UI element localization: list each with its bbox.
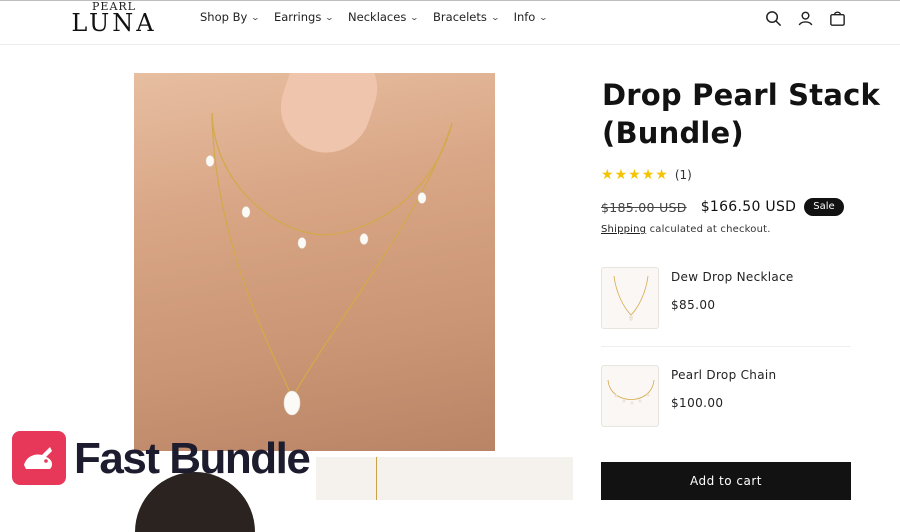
bundle-item[interactable]: Pearl Drop Chain $100.00	[601, 365, 851, 427]
chevron-down-icon: ⌄	[250, 12, 261, 22]
sale-price: $166.50 USD	[700, 199, 797, 215]
star-icon: ★	[614, 167, 628, 183]
nav-bracelets[interactable]: Bracelets ⌄	[433, 10, 500, 24]
nav-label: Info	[513, 10, 536, 24]
nav-necklaces[interactable]: Necklaces ⌄	[348, 10, 420, 24]
product-thumbnail-image[interactable]	[316, 457, 573, 500]
star-icon: ★	[628, 167, 641, 183]
chain-line	[376, 457, 377, 500]
nav-info[interactable]: Info ⌄	[513, 10, 549, 24]
add-to-cart-button[interactable]: Add to cart	[601, 462, 851, 500]
bundle-item-name: Pearl Drop Chain	[671, 368, 777, 382]
rating[interactable]: ★ ★ ★ ★ ★ (1)	[601, 168, 692, 182]
necklace-illustration	[205, 112, 453, 416]
shipping-link[interactable]: Shipping	[601, 224, 646, 235]
bundle-item[interactable]: Dew Drop Necklace $85.00	[601, 267, 851, 329]
account-icon[interactable]	[796, 9, 815, 28]
nav-earrings[interactable]: Earrings ⌄	[273, 10, 335, 24]
price-block: $185.00 USD $166.50 USD Sale	[601, 198, 844, 216]
chevron-down-icon: ⌄	[490, 12, 500, 22]
bundle-item-price: $85.00	[671, 298, 716, 312]
nav-label: Necklaces	[348, 10, 407, 24]
sale-badge: Sale	[804, 198, 844, 216]
store-logo[interactable]: PEARL LUNA	[56, 1, 172, 37]
nav-label: Earrings	[273, 10, 322, 24]
star-icon: ★	[655, 167, 668, 183]
main-nav: Shop By ⌄ Earrings ⌄ Necklaces ⌄ Bracelets ⌄…	[200, 10, 562, 24]
chevron-down-icon: ⌄	[539, 12, 549, 22]
nav-label: Bracelets	[433, 10, 487, 24]
site-header: PEARL LUNA Shop By ⌄ Earrings ⌄ Necklaces ⌄…	[0, 1, 900, 45]
star-icon: ★	[641, 167, 655, 183]
shipping-text: calculated at checkout.	[646, 224, 771, 235]
chevron-down-icon: ⌄	[409, 12, 420, 22]
nav-shop-by[interactable]: Shop By ⌄	[200, 10, 261, 24]
product-main-image[interactable]	[134, 73, 495, 451]
star-icon: ★	[601, 167, 614, 183]
logo-big-text: LUNA	[71, 9, 157, 37]
search-icon[interactable]	[764, 9, 783, 28]
fast-bundle-logo-icon	[12, 431, 66, 485]
nav-label: Shop By	[200, 10, 248, 24]
bundle-item-price: $100.00	[671, 396, 724, 410]
bundle-item-name: Dew Drop Necklace	[671, 270, 794, 284]
bundle-item-thumbnail[interactable]	[601, 365, 659, 427]
cart-icon[interactable]	[828, 9, 847, 28]
chevron-down-icon: ⌄	[324, 12, 335, 22]
header-icons	[764, 9, 847, 28]
review-count: (1)	[674, 168, 692, 182]
bundle-divider	[601, 346, 851, 347]
compare-at-price: $185.00 USD	[601, 199, 687, 215]
fast-bundle-brand-text: Fast Bundle	[74, 434, 311, 483]
shipping-note: Shipping calculated at checkout.	[601, 224, 771, 235]
product-title: Drop Pearl Stack (Bundle)	[602, 78, 880, 150]
bundle-item-thumbnail[interactable]	[601, 267, 659, 329]
